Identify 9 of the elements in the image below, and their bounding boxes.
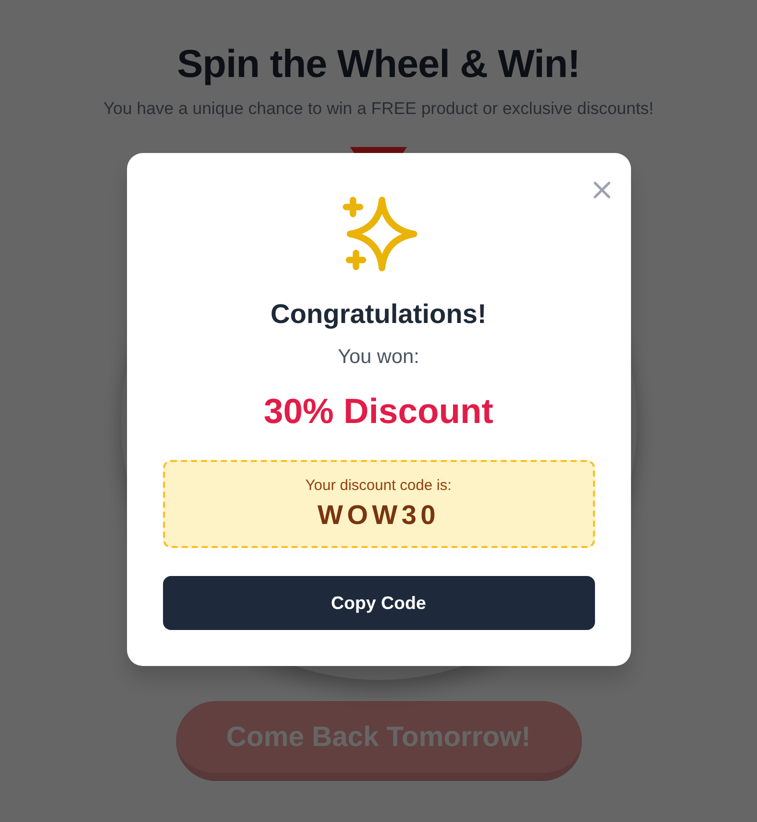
dialog-title: Congratulations! (270, 298, 486, 330)
page-subtitle: You have a unique chance to win a FREE product or exclusive discounts! (103, 98, 654, 120)
close-icon[interactable] (592, 180, 612, 200)
page-title: Spin the Wheel & Win! (177, 42, 580, 88)
discount-code: WOW30 (317, 499, 440, 531)
prize-text: 30% Discount (264, 392, 494, 432)
copy-code-button[interactable]: Copy Code (162, 576, 594, 630)
discount-code-label: Your discount code is: (305, 476, 452, 496)
prize-label: You won: (338, 345, 420, 370)
